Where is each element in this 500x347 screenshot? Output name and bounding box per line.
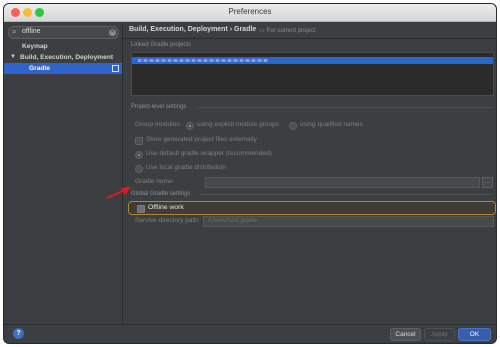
offline-work-checkbox[interactable] <box>137 205 145 213</box>
radio-qualified-names[interactable] <box>289 122 297 130</box>
project-path-blurred <box>138 59 268 62</box>
settings-search-input[interactable]: ⌕ offline ✕ <box>8 26 119 39</box>
radio-default-wrapper[interactable] <box>135 151 143 159</box>
gradle-home-browse-button[interactable]: … <box>482 177 493 188</box>
expand-arrow-icon[interactable]: ▼ <box>10 54 16 60</box>
scope-label: For current project <box>266 28 316 34</box>
ok-button[interactable]: OK <box>458 328 491 341</box>
help-icon[interactable]: ? <box>13 328 24 339</box>
dialog-footer: ? Cancel Apply OK <box>4 324 496 343</box>
radio-explicit-groups-label: using explicit module groups <box>197 121 280 128</box>
sidebar-item-label: Keymap <box>22 43 48 50</box>
project-settings-header: Project-level settings <box>131 104 187 110</box>
service-dir-value: /Users/tom/.gradle <box>208 218 258 224</box>
store-external-label: Store generated project files externally <box>146 136 257 143</box>
settings-sidebar: ⌕ offline ✕ Keymap ▼ Build, Execution, D… <box>4 22 123 324</box>
breadcrumb-path: Build, Execution, Deployment › Gradle <box>129 26 257 33</box>
cancel-button[interactable]: Cancel <box>390 328 421 341</box>
radio-local-distribution-label: Use local gradle distribution <box>146 164 226 171</box>
copy-icon <box>112 65 119 72</box>
service-dir-field[interactable]: /Users/tom/.gradle <box>203 216 494 227</box>
radio-explicit-groups[interactable] <box>186 122 194 130</box>
sidebar-item-label: Build, Execution, Deployment <box>20 54 114 61</box>
folder-icon: … <box>484 179 491 185</box>
service-dir-label: Service directory path: <box>135 217 200 224</box>
window-title: Preferences <box>228 7 272 16</box>
radio-default-wrapper-label: Use default gradle wrapper (recommended) <box>146 150 272 157</box>
clear-icon[interactable]: ✕ <box>109 29 116 36</box>
global-settings-header: Global Gradle settings <box>131 191 191 197</box>
preferences-window: Preferences ⌕ offline ✕ Keymap ▼ Build, … <box>4 4 496 343</box>
divider <box>199 194 492 195</box>
apply-button[interactable]: Apply <box>424 328 455 341</box>
gradle-home-label: Gradle home: <box>135 178 175 185</box>
sidebar-item-gradle[interactable]: Gradle <box>4 63 122 74</box>
search-value: offline <box>22 28 41 35</box>
linked-projects-list[interactable] <box>131 52 494 96</box>
store-external-checkbox[interactable] <box>135 137 143 145</box>
settings-content: Build, Execution, Deployment › Gradle ▭ F… <box>123 22 496 324</box>
linked-projects-header: Linked Gradle projects <box>131 42 192 48</box>
gradle-home-field[interactable] <box>205 177 480 188</box>
divider <box>198 107 492 108</box>
sidebar-item-keymap[interactable]: Keymap <box>4 41 122 52</box>
scope-note: ▭ For current project <box>259 27 316 34</box>
sidebar-item-label: Gradle <box>29 65 50 72</box>
radio-local-distribution[interactable] <box>135 165 143 173</box>
scope-icon: ▭ <box>259 28 265 34</box>
offline-work-option[interactable]: Offline work <box>128 201 496 215</box>
offline-work-label: Offline work <box>148 204 184 211</box>
breadcrumb: Build, Execution, Deployment › Gradle ▭ F… <box>123 22 496 39</box>
title-bar: Preferences <box>4 4 496 22</box>
list-item[interactable] <box>132 57 493 64</box>
search-icon: ⌕ <box>12 27 17 36</box>
group-modules-label: Group modules: <box>135 121 182 128</box>
radio-qualified-names-label: using qualified names <box>300 121 363 128</box>
sidebar-item-build-execution-deployment[interactable]: ▼ Build, Execution, Deployment <box>4 52 122 63</box>
annotation-arrow <box>106 187 131 199</box>
